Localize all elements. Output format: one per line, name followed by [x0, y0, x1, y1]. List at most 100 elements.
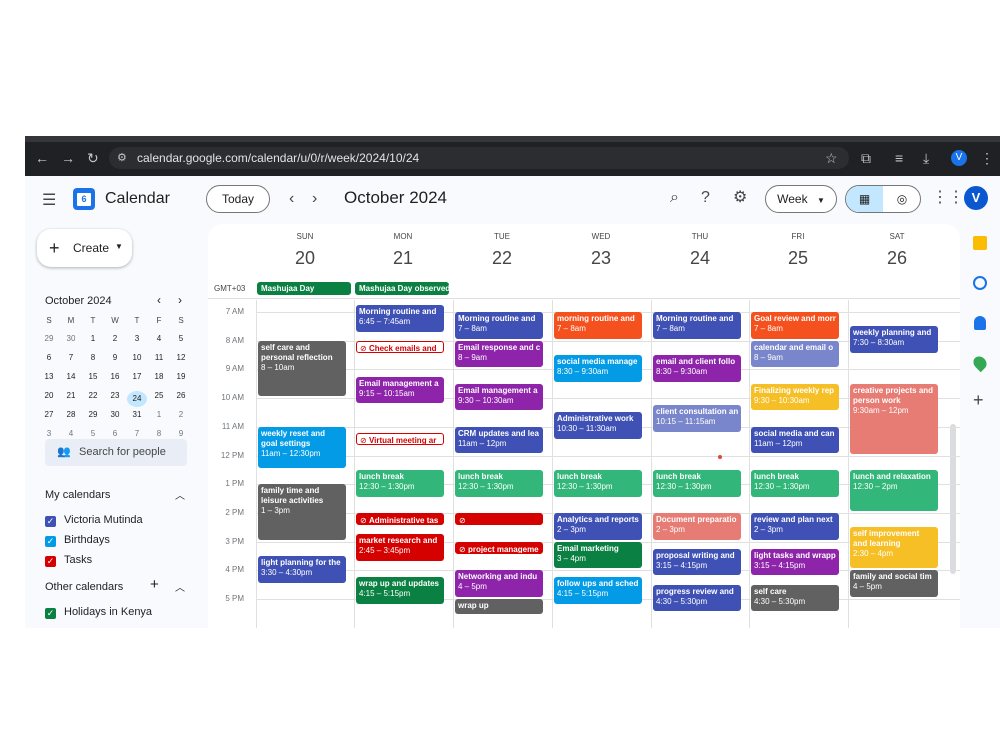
mini-day[interactable]: 1 — [149, 410, 169, 419]
keep-icon[interactable] — [973, 236, 987, 250]
calendar-event[interactable]: ⊘ project manageme — [455, 541, 543, 554]
mini-day[interactable]: 11 — [149, 353, 169, 362]
mini-day[interactable]: 4 — [149, 334, 169, 343]
calendar-item[interactable]: ✓ Holidays in Kenya — [45, 606, 152, 619]
settings-icon[interactable]: ⚙ — [733, 190, 747, 206]
mini-day[interactable]: 6 — [105, 429, 125, 438]
calendar-event[interactable]: Networking and indu 4 – 5pm — [455, 570, 543, 597]
calendar-event[interactable]: social media and can 11am – 12pm — [751, 426, 839, 454]
calendar-item[interactable]: ✓ Birthdays — [45, 534, 110, 547]
day-number[interactable]: 23 — [552, 248, 650, 269]
forward-icon[interactable]: → — [61, 150, 75, 166]
allday-event[interactable]: Mashujaa Day — [257, 282, 351, 295]
mini-day[interactable]: 14 — [61, 372, 81, 381]
mini-day[interactable]: 30 — [105, 410, 125, 419]
today-button[interactable]: Today — [206, 185, 270, 213]
calendar-event[interactable]: light planning for the 3:30 – 4:30pm — [258, 555, 346, 583]
calendar-logo-icon[interactable]: 6 — [73, 188, 95, 210]
maps-icon[interactable] — [970, 353, 990, 373]
prev-week-icon[interactable]: ‹ — [289, 191, 294, 207]
calendar-event[interactable]: Morning routine and 6:45 – 7:45am — [356, 304, 444, 332]
mini-day[interactable]: 17 — [127, 372, 147, 381]
calendar-event[interactable]: self care and personal reflection 8 – 10a… — [258, 340, 346, 397]
account-avatar[interactable]: V — [964, 186, 988, 210]
checkbox-icon[interactable]: ✓ — [45, 516, 56, 527]
mini-day[interactable]: 16 — [105, 372, 125, 381]
mini-day[interactable]: 5 — [83, 429, 103, 438]
mini-day[interactable]: 31 — [127, 410, 147, 419]
calendar-event[interactable]: email and client follo 8:30 – 9:30am — [653, 355, 741, 382]
mini-day[interactable]: 23 — [105, 391, 125, 400]
mini-day[interactable]: 5 — [171, 334, 191, 343]
day-number[interactable]: 20 — [256, 248, 354, 269]
calendar-event[interactable]: Email response and c8 – 9am — [455, 340, 543, 368]
calendar-item[interactable]: ✓ Tasks — [45, 554, 92, 567]
calendar-event[interactable]: progress review and 4:30 – 5:30pm — [653, 584, 741, 612]
search-icon[interactable]: ⌕ — [670, 190, 679, 206]
mini-day[interactable]: 8 — [83, 353, 103, 362]
mini-day[interactable]: 22 — [83, 391, 103, 400]
mini-day[interactable]: 9 — [171, 429, 191, 438]
day-number[interactable]: 21 — [354, 248, 452, 269]
tasks-icon[interactable] — [973, 276, 987, 290]
browser-profile-avatar[interactable]: V — [951, 150, 967, 166]
tasks-view-toggle[interactable]: ◎ — [884, 186, 920, 212]
calendar-event[interactable]: morning routine and 7 – 8am — [554, 312, 642, 339]
calendar-event[interactable]: lunch break 12:30 – 1:30pm — [653, 469, 741, 497]
download-icon[interactable]: ⤓ — [923, 150, 929, 166]
mini-day[interactable]: 12 — [171, 353, 191, 362]
calendar-event[interactable]: ⊘ Check emails and — [356, 340, 444, 354]
calendar-event[interactable]: market research and 2:45 – 3:45pm — [356, 534, 444, 562]
apps-grid-icon[interactable]: ⋮⋮ — [932, 190, 964, 206]
mini-day[interactable]: 18 — [149, 372, 169, 381]
calendar-event[interactable]: Finalizing weekly rep 9:30 – 10:30am — [751, 383, 839, 411]
calendar-event[interactable]: family and social tim 4 – 5pm — [850, 570, 938, 597]
mini-day[interactable]: 28 — [61, 410, 81, 419]
grid-scrollbar[interactable] — [950, 424, 956, 574]
calendar-event[interactable]: Goal review and morn 7 – 8am — [751, 312, 839, 339]
calendar-event[interactable]: Morning routine and 7 – 8am — [455, 312, 543, 339]
day-number[interactable]: 24 — [651, 248, 749, 269]
calendar-event[interactable]: proposal writing and 3:15 – 4:15pm — [653, 548, 741, 576]
calendar-event[interactable]: Administrative work 10:30 – 11:30am — [554, 412, 642, 440]
my-calendars-collapse-icon[interactable]: ︿ — [175, 487, 185, 502]
mini-day[interactable]: 3 — [127, 334, 147, 343]
mini-day[interactable]: 10 — [127, 353, 147, 362]
mini-day[interactable]: 30 — [61, 334, 81, 343]
calendar-event[interactable]: lunch and relaxation 12:30 – 2pm — [850, 469, 938, 511]
calendar-event[interactable]: ⊘ Virtual meeting ar — [356, 432, 444, 445]
calendar-event[interactable]: Email management a 9:30 – 10:30am — [455, 383, 543, 411]
checkbox-icon[interactable]: ✓ — [45, 556, 56, 567]
mini-day[interactable]: 9 — [105, 353, 125, 362]
day-number[interactable]: 25 — [749, 248, 847, 269]
calendar-event[interactable]: lunch break 12:30 – 1:30pm — [554, 469, 642, 497]
calendar-item[interactable]: ✓ Victoria Mutinda — [45, 514, 143, 527]
reload-icon[interactable]: ↻ — [87, 150, 99, 166]
help-icon[interactable]: ? — [701, 190, 710, 206]
calendar-event[interactable]: wrap up and updates 4:15 – 5:15pm — [356, 577, 444, 605]
mini-day[interactable]: 6 — [39, 353, 59, 362]
extensions-icon[interactable]: ⧉ — [861, 150, 871, 166]
mini-prev-icon[interactable]: ‹ — [157, 293, 161, 307]
other-calendars-collapse-icon[interactable]: ︿ — [175, 579, 185, 594]
mini-day[interactable]: 7 — [61, 353, 81, 362]
browser-menu-icon[interactable]: ⋮ — [980, 150, 994, 166]
day-number[interactable]: 22 — [453, 248, 551, 269]
calendar-event[interactable]: lunch break 12:30 – 1:30pm — [455, 469, 543, 497]
contacts-icon[interactable] — [974, 316, 986, 330]
calendar-event[interactable]: lunch break 12:30 – 1:30pm — [356, 469, 444, 497]
calendar-event[interactable]: creative projects and person work 9:30am … — [850, 383, 938, 454]
mini-day[interactable]: 15 — [83, 372, 103, 381]
add-addon-icon[interactable]: + — [973, 390, 984, 411]
calendar-event[interactable]: follow ups and sched 4:15 – 5:15pm — [554, 577, 642, 605]
mini-next-icon[interactable]: › — [178, 293, 182, 307]
mini-day[interactable]: 7 — [127, 429, 147, 438]
create-button[interactable]: + Create ▼ — [37, 229, 132, 267]
mini-day[interactable]: 19 — [171, 372, 191, 381]
view-selector[interactable]: Week ▼ — [765, 185, 837, 213]
mini-day[interactable]: 21 — [61, 391, 81, 400]
calendar-event[interactable]: weekly reset and goal settings 11am – 12:… — [258, 426, 346, 468]
allday-event[interactable]: Mashujaa Day observed — [355, 282, 449, 295]
mini-day[interactable]: 1 — [83, 334, 103, 343]
main-menu-icon[interactable]: ☰ — [42, 193, 56, 209]
